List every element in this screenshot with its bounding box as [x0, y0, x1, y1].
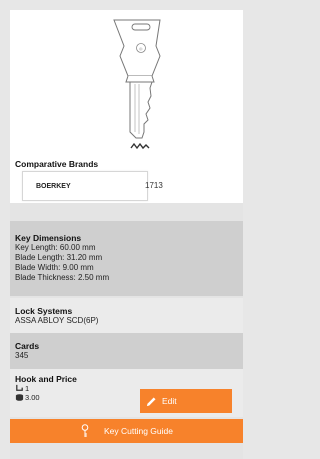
edit-label: Edit — [162, 396, 177, 406]
key-image: ◎ — [113, 19, 161, 150]
cards-title: Cards — [15, 341, 40, 351]
brand-code: 1713 — [145, 181, 163, 190]
edit-button[interactable]: Edit — [140, 389, 232, 413]
hook-and-price-section: Hook and Price 1 3.00 Edit — [10, 369, 243, 417]
price-value: 3.00 — [25, 393, 40, 402]
key-cutting-guide-label: Key Cutting Guide — [104, 426, 173, 436]
svg-text:◎: ◎ — [139, 46, 143, 51]
key-icon — [81, 424, 89, 437]
key-image-area: ◎ — [10, 10, 243, 153]
comparative-brands-title: Comparative Brands — [15, 159, 99, 169]
blade-width: Blade Width: 9.00 mm — [15, 263, 94, 272]
blade-thickness: Blade Thickness: 2.50 mm — [15, 273, 110, 282]
pencil-icon — [146, 396, 156, 406]
hook-value: 1 — [25, 384, 30, 393]
key-dimensions-section: Key Dimensions Key Length: 60.00 mm Blad… — [10, 221, 243, 296]
brand-name: BOERKEY — [36, 182, 71, 190]
key-cutting-guide-button[interactable]: Key Cutting Guide — [10, 419, 243, 443]
lock-systems-value: ASSA ABLOY SCD(6P) — [15, 316, 99, 325]
coins-icon — [15, 394, 24, 401]
hook-and-price-title: Hook and Price — [15, 374, 77, 384]
brand-card[interactable]: BOERKEY — [22, 171, 148, 201]
key-dimensions-title: Key Dimensions — [15, 233, 82, 243]
key-length: Key Length: 60.00 mm — [15, 243, 96, 252]
key-detail-panel: ◎ Comparative Brands BOERKEY 1713 Key Di… — [10, 10, 243, 459]
hook-icon — [16, 384, 23, 391]
cards-value: 345 — [15, 351, 29, 360]
lock-systems-section: Lock Systems ASSA ABLOY SCD(6P) — [10, 298, 243, 333]
comparative-brands-section: Comparative Brands BOERKEY 1713 — [10, 153, 243, 203]
cards-section: Cards 345 — [10, 333, 243, 369]
blade-length: Blade Length: 31.20 mm — [15, 253, 103, 262]
lock-systems-title: Lock Systems — [15, 306, 73, 316]
